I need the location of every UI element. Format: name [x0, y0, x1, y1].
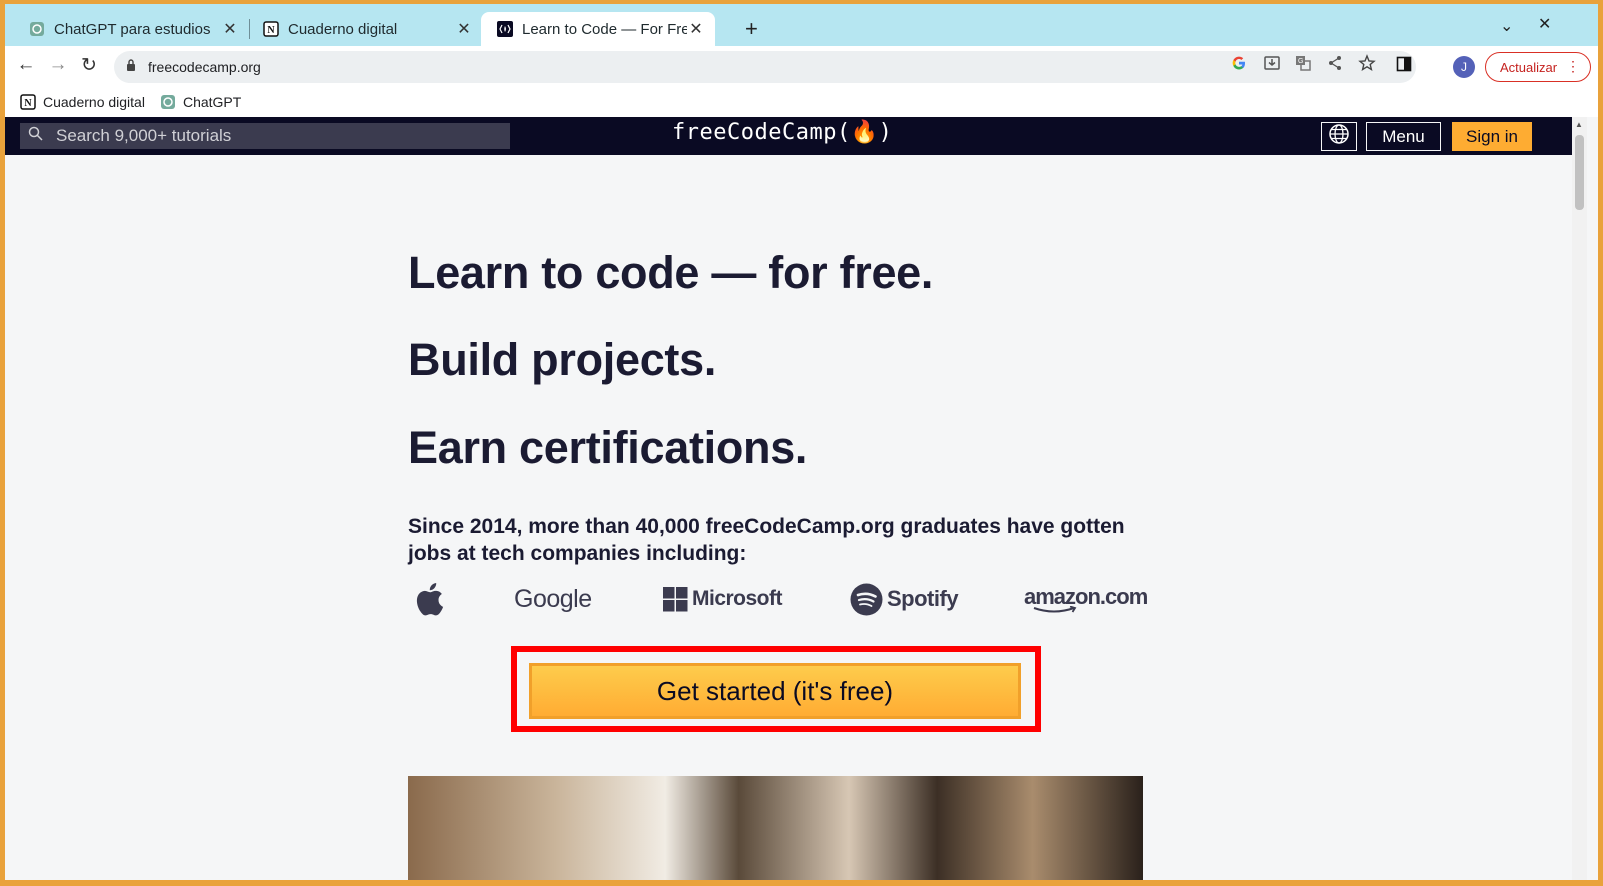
- search-icon: [28, 126, 44, 146]
- tab-freecodecamp[interactable]: Learn to Code — For Free ✕: [481, 12, 715, 46]
- chatgpt-icon: [160, 94, 176, 110]
- close-icon[interactable]: ✕: [687, 19, 705, 39]
- graduates-text: Since 2014, more than 40,000 freeCodeCam…: [408, 515, 1125, 565]
- search-input[interactable]: Search 9,000+ tutorials: [20, 123, 510, 149]
- back-arrow-icon[interactable]: ←: [14, 54, 38, 76]
- get-started-button[interactable]: Get started (it's free): [529, 663, 1021, 719]
- address-bar[interactable]: freecodecamp.org: [114, 51, 1416, 83]
- spotify-name: Spotify: [887, 586, 959, 611]
- amazon-smile-icon: [1033, 606, 1077, 613]
- spotify-logo: Spotify: [850, 579, 959, 619]
- headline-learn: Learn to code — for free.: [408, 247, 934, 298]
- amazon-logo: amazon.com: [1024, 579, 1148, 619]
- browser-toolbar: ← → ↻ freecodecamp.org G J Actualizar ⋮: [5, 46, 1598, 86]
- more-vert-icon: ⋮: [1566, 58, 1580, 74]
- headline-certifications: Earn certifications.: [408, 422, 808, 473]
- side-panel-icon[interactable]: [1396, 56, 1414, 74]
- bookmark-cuaderno[interactable]: N Cuaderno digital: [20, 94, 145, 110]
- site-logo[interactable]: freeCodeCamp(🔥): [672, 120, 892, 145]
- company-logos: Google Microsoft Spotify amazon.com: [408, 579, 1148, 619]
- bookmark-label: ChatGPT: [182, 93, 242, 110]
- google-logo: Google: [514, 584, 592, 613]
- tab-strip: ChatGPT para estudios ✕ N Cuaderno digit…: [5, 4, 1598, 46]
- notion-icon: N: [20, 93, 36, 110]
- microsoft-name: Microsoft: [692, 587, 783, 610]
- chevron-down-icon[interactable]: ⌄: [1500, 16, 1513, 36]
- page-scrollbar[interactable]: ▲: [1572, 117, 1587, 880]
- sign-in-button[interactable]: Sign in: [1452, 122, 1532, 151]
- notion-icon: N: [263, 21, 279, 37]
- avatar[interactable]: J: [1453, 56, 1475, 78]
- window-close-icon[interactable]: ✕: [1538, 14, 1551, 34]
- close-icon[interactable]: ✕: [455, 19, 473, 39]
- microsoft-squares-icon: [663, 586, 688, 611]
- forward-arrow-icon[interactable]: →: [46, 54, 70, 76]
- tab-title: ChatGPT para estudios: [54, 20, 211, 38]
- page-viewport: Search 9,000+ tutorials freeCodeCamp(🔥) …: [5, 117, 1587, 880]
- svg-text:G: G: [1298, 58, 1303, 65]
- language-button[interactable]: [1321, 122, 1357, 151]
- tab-cuaderno[interactable]: N Cuaderno digital ✕: [247, 12, 483, 46]
- tab-title: Learn to Code — For Free: [522, 20, 687, 38]
- scroll-up-arrow-icon[interactable]: ▲: [1575, 120, 1583, 129]
- site-navbar: Search 9,000+ tutorials freeCodeCamp(🔥) …: [5, 117, 1587, 155]
- install-icon[interactable]: [1263, 54, 1281, 72]
- close-icon[interactable]: ✕: [221, 19, 239, 39]
- search-placeholder: Search 9,000+ tutorials: [56, 126, 232, 145]
- reload-icon[interactable]: ↻: [77, 54, 101, 77]
- update-label: Actualizar: [1500, 59, 1558, 75]
- menu-button[interactable]: Menu: [1366, 122, 1441, 151]
- url-text: freecodecamp.org: [148, 59, 261, 75]
- bookmark-label: Cuaderno digital: [43, 93, 145, 110]
- browser-window: ChatGPT para estudios ✕ N Cuaderno digit…: [5, 4, 1598, 880]
- hero-image: [408, 776, 1143, 880]
- tab-chatgpt[interactable]: ChatGPT para estudios ✕: [13, 12, 249, 46]
- tab-title: Cuaderno digital: [288, 20, 398, 38]
- bookmark-chatgpt[interactable]: ChatGPT: [160, 94, 241, 110]
- update-button[interactable]: Actualizar ⋮: [1485, 52, 1591, 82]
- chatgpt-icon: [29, 21, 45, 37]
- scrollbar-thumb[interactable]: [1575, 135, 1584, 210]
- spotify-icon: [850, 583, 883, 615]
- svg-text:N: N: [267, 25, 275, 36]
- globe-icon: [1328, 123, 1350, 150]
- google-icon[interactable]: [1230, 54, 1248, 72]
- freecodecamp-icon: [497, 21, 513, 37]
- microsoft-logo: Microsoft: [663, 579, 783, 619]
- bookmarks-bar: N Cuaderno digital ChatGPT: [5, 86, 1598, 117]
- translate-icon[interactable]: G: [1294, 54, 1312, 72]
- apple-icon: [414, 579, 444, 619]
- bookmark-star-icon[interactable]: [1358, 54, 1376, 72]
- share-icon[interactable]: [1326, 54, 1344, 72]
- new-tab-plus-icon[interactable]: +: [745, 18, 758, 40]
- lock-icon: [126, 58, 138, 76]
- svg-text:N: N: [24, 98, 32, 109]
- headline-build: Build projects.: [408, 334, 717, 385]
